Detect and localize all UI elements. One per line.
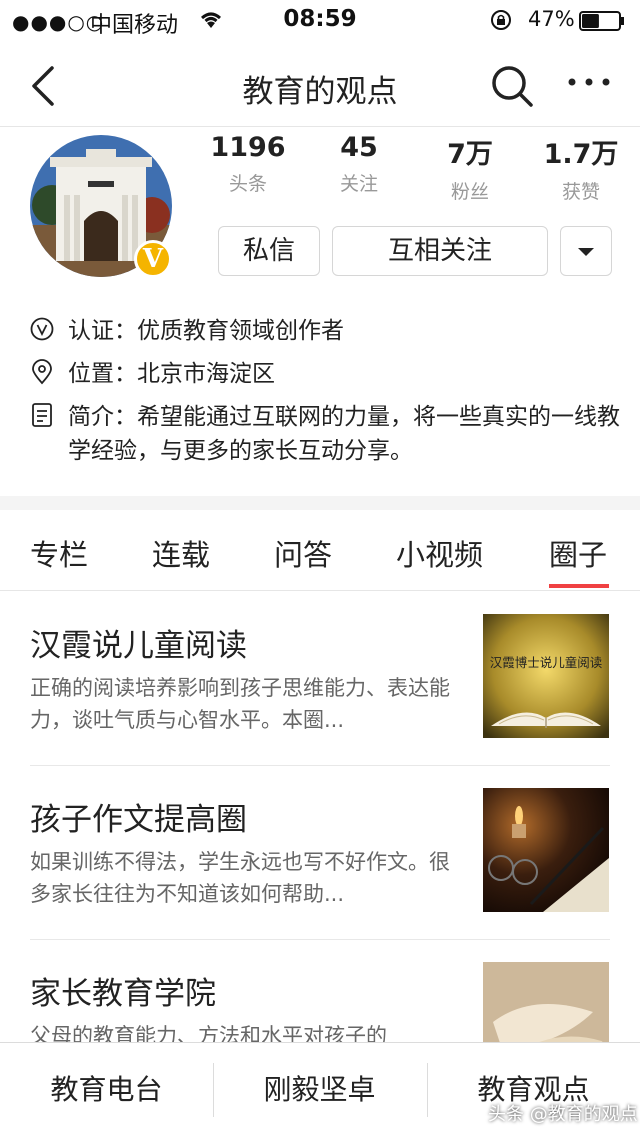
stat-label: 粉丝: [450, 181, 489, 203]
stat-number: 1.7万: [543, 139, 619, 170]
stat-label: 关注: [339, 173, 378, 195]
tab-qa[interactable]: 问答: [274, 532, 332, 574]
section-divider: [0, 496, 640, 510]
item-title: 孩子作文提高圈: [30, 802, 247, 838]
item-thumbnail: 汉霞博士说儿童阅读: [483, 614, 609, 738]
cert-text: 认证：优质教育领域创作者: [68, 318, 344, 344]
message-button[interactable]: 私信: [218, 226, 320, 276]
intro-text: 简介：希望能通过互联网的力量，将一些真实的一线教学经验，与更多的家长互动分享。: [68, 404, 620, 464]
stat-articles[interactable]: 1196 头条: [193, 132, 303, 196]
tab-bar: 专栏 连载 问答 小视频 圈子: [0, 510, 640, 591]
item-desc: 正确的阅读培养影响到孩子思维能力、表达能力，谈吐气质与心智水平。本圈...: [30, 676, 450, 732]
intro-row: 简介：希望能通过互联网的力量，将一些真实的一线教学经验，与更多的家长互动分享。: [30, 400, 620, 468]
item-thumbnail: [483, 788, 609, 912]
page-title: 教育的观点: [242, 74, 398, 110]
menu-education-radio[interactable]: 教育电台: [0, 1043, 213, 1137]
battery-percent: 47%: [528, 7, 575, 31]
nav-bar: 教育的观点: [0, 44, 640, 127]
verified-icon: [30, 317, 54, 341]
status-bar: ●●●○○ 中国移动 08:59 47%: [0, 0, 640, 42]
tab-short-video[interactable]: 小视频: [396, 532, 483, 574]
location-text: 位置：北京市海淀区: [68, 361, 275, 387]
item-thumbnail: [483, 962, 609, 1042]
tab-serial[interactable]: 连载: [152, 532, 210, 574]
stat-number: 1196: [210, 132, 286, 163]
thumbnail-caption: 汉霞博士说儿童阅读: [489, 655, 603, 670]
cert-row: 认证：优质教育领域创作者: [30, 314, 620, 348]
stat-number: 45: [340, 132, 378, 163]
item-title: 汉霞说儿童阅读: [30, 628, 247, 664]
list-item[interactable]: 家长教育学院 父母的教育能力、方法和水平对孩子的: [0, 940, 640, 1042]
stat-following[interactable]: 45 关注: [304, 132, 414, 196]
battery-icon: [579, 11, 624, 31]
item-desc: 如果训练不得法，学生永远也写不好作文。很多家长往往为不知道该如何帮助...: [30, 850, 450, 906]
rotation-lock-icon: [491, 10, 511, 30]
stat-likes[interactable]: 1.7万 获赞: [526, 132, 636, 204]
list-item[interactable]: 汉霞说儿童阅读 正确的阅读培养影响到孩子思维能力、表达能力，谈吐气质与心智水平。…: [0, 592, 640, 766]
document-icon: [32, 403, 52, 427]
expand-button[interactable]: [560, 226, 612, 276]
menu-resolute[interactable]: 刚毅坚卓: [213, 1043, 426, 1137]
stat-number: 7万: [447, 139, 493, 170]
stat-followers[interactable]: 7万 粉丝: [415, 132, 525, 204]
tab-circles[interactable]: 圈子: [549, 532, 607, 574]
location-icon: [32, 359, 52, 385]
location-row: 位置：北京市海淀区: [30, 357, 620, 391]
stat-label: 获赞: [561, 181, 600, 203]
watermark: 头条 @教育的观点: [488, 1104, 638, 1125]
tab-column[interactable]: 专栏: [30, 532, 88, 574]
caret-down-icon: [578, 247, 594, 256]
follow-button[interactable]: 互相关注: [332, 226, 548, 276]
item-title: 家长教育学院: [30, 976, 216, 1012]
active-tab-indicator: [549, 584, 609, 588]
more-icon[interactable]: [566, 70, 612, 94]
list-item[interactable]: 孩子作文提高圈 如果训练不得法，学生永远也写不好作文。很多家长往往为不知道该如何…: [0, 766, 640, 940]
item-desc: 父母的教育能力、方法和水平对孩子的: [30, 1024, 387, 1042]
search-icon[interactable]: [490, 64, 534, 108]
stat-label: 头条: [228, 173, 267, 195]
verified-badge: V: [134, 240, 172, 278]
